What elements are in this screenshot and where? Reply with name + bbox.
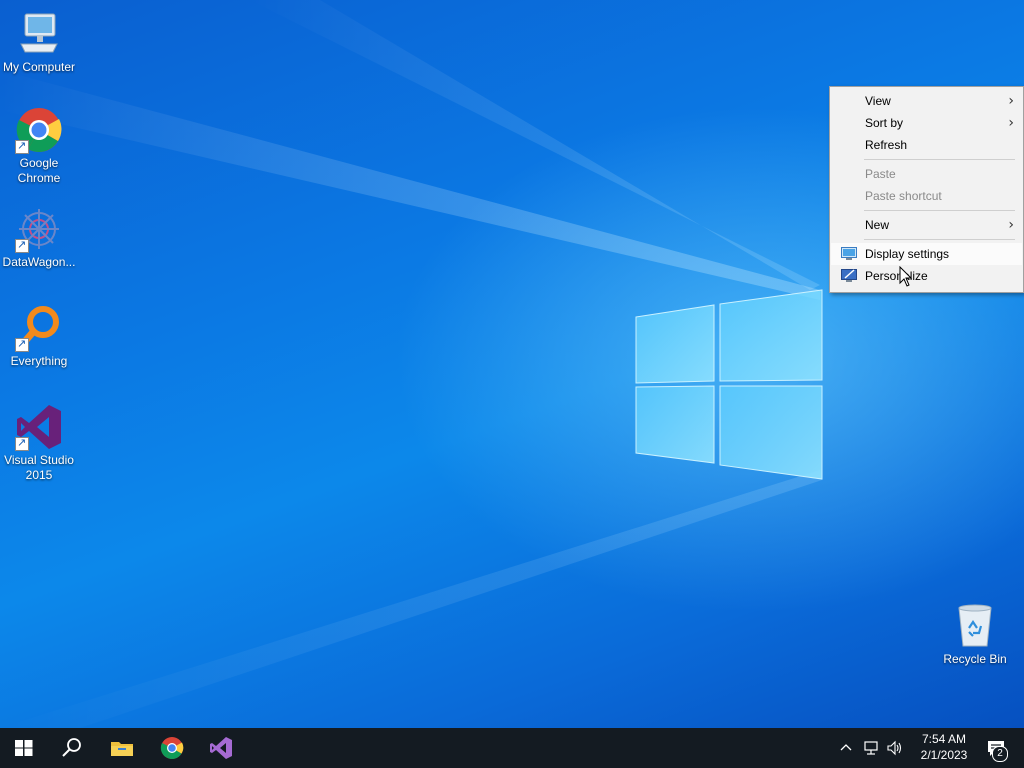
- menu-item-new[interactable]: New ›: [831, 214, 1022, 236]
- desktop-icon-label: Recycle Bin: [943, 652, 1007, 666]
- chrome-icon: [160, 737, 184, 759]
- visual-studio-icon: [210, 737, 232, 759]
- menu-item-sort-by[interactable]: Sort by ›: [831, 112, 1022, 134]
- desktop-icon-label: Google Chrome: [17, 156, 61, 185]
- desktop-icon-label: DataWagon...: [2, 255, 76, 269]
- menu-item-label: Paste shortcut: [865, 189, 942, 203]
- everything-search-icon: [15, 304, 63, 352]
- desktop-icon-everything[interactable]: Everything: [1, 304, 77, 369]
- taskbar-chrome[interactable]: [148, 728, 196, 768]
- desktop-icon-google-chrome[interactable]: Google Chrome: [1, 106, 77, 186]
- personalize-icon: [841, 269, 857, 282]
- menu-item-display-settings[interactable]: Display settings: [831, 243, 1022, 265]
- windows-logo-wallpaper: [635, 289, 823, 480]
- network-icon: [864, 741, 878, 755]
- clock-time: 7:54 AM: [921, 732, 967, 746]
- action-center-button[interactable]: 2: [978, 728, 1014, 768]
- desktop[interactable]: My Computer Google Chrome: [0, 0, 1024, 728]
- menu-item-label: Paste: [865, 167, 896, 181]
- taskbar-clock[interactable]: 7:54 AM 2/1/2023: [906, 728, 982, 768]
- menu-item-label: New: [865, 218, 890, 232]
- shortcut-arrow-icon: [15, 336, 29, 352]
- network-tray-button[interactable]: [860, 728, 882, 768]
- visual-studio-icon: [15, 403, 63, 451]
- menu-item-label: Sort by: [865, 116, 904, 130]
- taskbar: 7:54 AM 2/1/2023 2: [0, 728, 1024, 768]
- desktop-icon-label: Everything: [10, 354, 68, 368]
- menu-item-label: View: [865, 94, 891, 108]
- menu-item-paste[interactable]: Paste: [831, 163, 1022, 185]
- shortcut-arrow-icon: [15, 435, 29, 451]
- clock-date: 2/1/2023: [920, 748, 968, 762]
- menu-separator: [864, 239, 1015, 240]
- chevron-up-icon: [840, 744, 852, 751]
- datawagon-icon: [15, 205, 63, 253]
- menu-item-label: Display settings: [865, 247, 950, 261]
- shortcut-arrow-icon: [15, 138, 29, 154]
- volume-icon: [887, 740, 902, 756]
- mouse-cursor-icon: [899, 266, 913, 287]
- desktop-icon-label: My Computer: [2, 60, 76, 74]
- computer-icon: [15, 10, 63, 58]
- chevron-right-icon: ›: [1008, 93, 1014, 109]
- menu-item-label: Refresh: [865, 138, 908, 152]
- taskbar-search-button[interactable]: [48, 728, 96, 768]
- menu-item-view[interactable]: View ›: [831, 90, 1022, 112]
- recycle-bin-icon: [951, 602, 999, 650]
- display-settings-icon: [841, 247, 857, 260]
- menu-separator: [864, 159, 1015, 160]
- volume-tray-button[interactable]: [883, 728, 905, 768]
- desktop-icon-label: Visual Studio 2015: [4, 453, 74, 482]
- chevron-right-icon: ›: [1008, 115, 1014, 131]
- desktop-context-menu: View › Sort by › Refresh Paste Paste sho…: [829, 86, 1024, 293]
- start-button[interactable]: [0, 728, 48, 768]
- start-icon: [15, 740, 33, 756]
- menu-item-personalize[interactable]: Personalize: [831, 265, 1022, 287]
- menu-item-refresh[interactable]: Refresh: [831, 134, 1022, 156]
- menu-item-label: Personalize: [865, 269, 928, 283]
- taskbar-visual-studio[interactable]: [197, 728, 245, 768]
- file-explorer-icon: [111, 742, 133, 756]
- notification-count-badge: 2: [992, 746, 1008, 762]
- show-hidden-icons-button[interactable]: [836, 728, 856, 768]
- shortcut-arrow-icon: [15, 237, 29, 253]
- menu-item-paste-shortcut[interactable]: Paste shortcut: [831, 185, 1022, 207]
- desktop-icon-datawagon[interactable]: DataWagon...: [1, 205, 77, 270]
- menu-separator: [864, 210, 1015, 211]
- desktop-icon-recycle-bin[interactable]: Recycle Bin: [937, 602, 1013, 667]
- desktop-icon-visual-studio[interactable]: Visual Studio 2015: [1, 403, 77, 483]
- chrome-icon: [15, 106, 63, 154]
- chevron-right-icon: ›: [1008, 217, 1014, 233]
- taskbar-file-explorer[interactable]: [98, 728, 146, 768]
- search-icon: [62, 738, 81, 757]
- desktop-icon-my-computer[interactable]: My Computer: [1, 10, 77, 75]
